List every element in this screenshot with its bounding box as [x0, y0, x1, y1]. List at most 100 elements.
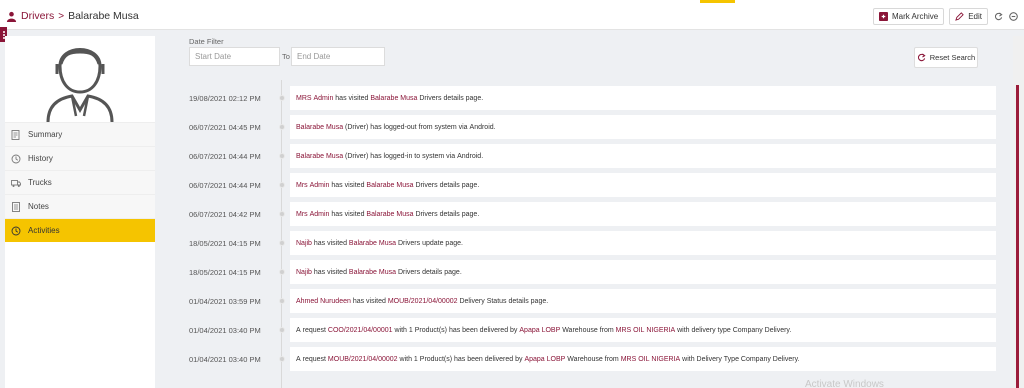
- clock-icon: [11, 226, 21, 235]
- breadcrumb-drivers[interactable]: Drivers: [21, 10, 54, 22]
- activity-text: A request MOUB/2021/04/00002 with 1 Prod…: [290, 347, 996, 371]
- activity-text-part: has visited: [333, 94, 371, 102]
- activity-link[interactable]: MRS OIL NIGERIA: [616, 327, 676, 334]
- activity-link[interactable]: Ahmed Nurudeen: [296, 298, 351, 305]
- sidebar-item-notes[interactable]: Notes: [5, 194, 155, 218]
- start-date-input[interactable]: Start Date: [189, 47, 280, 66]
- activity-text: MRS Admin has visited Balarabe Musa Driv…: [290, 86, 996, 110]
- activity-text: Najib has visited Balarabe Musa Drivers …: [290, 231, 996, 255]
- timeline-dot: [279, 327, 285, 333]
- activity-link[interactable]: Mrs Admin: [296, 182, 329, 189]
- activity-text: A request COO/2021/04/00001 with 1 Produ…: [290, 318, 996, 342]
- activity-text-part: has visited: [329, 181, 367, 189]
- activity-timeline: 19/08/2021 02:12 PM MRS Admin has visited…: [181, 80, 996, 388]
- driver-avatar-icon: [46, 48, 114, 122]
- activity-link[interactable]: Balarabe Musa: [349, 240, 396, 247]
- activate-windows-watermark: Activate Windows: [805, 379, 884, 388]
- back-icon[interactable]: [1008, 12, 1018, 22]
- activity-text-part: Drivers update page.: [396, 239, 463, 247]
- reset-search-button[interactable]: Reset Search: [914, 47, 978, 68]
- to-label: To: [282, 52, 290, 61]
- sidebar-item-summary[interactable]: Summary: [5, 122, 155, 146]
- activity-text-part: A request: [296, 326, 328, 334]
- timeline-dot: [279, 182, 285, 188]
- activity-link[interactable]: MRS OIL NIGERIA: [621, 356, 681, 363]
- activity-timestamp: 06/07/2021 04:44 PM: [189, 152, 261, 161]
- history-icon: [11, 154, 21, 163]
- activity-link[interactable]: MOUB/2021/04/00002: [388, 298, 458, 305]
- truck-icon: [11, 179, 21, 187]
- refresh-icon[interactable]: [993, 12, 1003, 22]
- activity-link[interactable]: Mrs Admin: [296, 211, 329, 218]
- sidebar-menu: Summary History Trucks Notes Activities: [5, 122, 155, 242]
- sidebar-item-history[interactable]: History: [5, 146, 155, 170]
- person-icon: [6, 11, 17, 22]
- activity-text: Mrs Admin has visited Balarabe Musa Driv…: [290, 202, 996, 226]
- activity-text-part: Delivery Status details page.: [457, 297, 549, 305]
- activity-text-part: with 1 Product(s) has been delivered by: [397, 355, 525, 363]
- activity-text: Balarabe Musa (Driver) has logged-in to …: [290, 144, 996, 168]
- activity-link[interactable]: Balarabe Musa: [296, 153, 343, 160]
- breadcrumb-separator: >: [58, 10, 65, 22]
- mark-archive-button[interactable]: Mark Archive: [872, 8, 945, 25]
- edit-label: Edit: [968, 12, 982, 21]
- activity-link[interactable]: Apapa LOBP: [524, 356, 565, 363]
- activity-row: 01/04/2021 03:40 PM A request MOUB/2021/0…: [181, 344, 996, 373]
- date-filter-label: Date Filter: [189, 37, 224, 46]
- activity-text: Balarabe Musa (Driver) has logged-out fr…: [290, 115, 996, 139]
- activity-text-part: has visited: [311, 268, 349, 276]
- sidebar-item-label: Notes: [28, 202, 49, 211]
- activity-link[interactable]: Apapa LOBP: [519, 327, 560, 334]
- activity-text: Najib has visited Balarabe Musa Drivers …: [290, 260, 996, 284]
- end-date-input[interactable]: End Date: [291, 47, 385, 66]
- archive-icon: [878, 12, 888, 21]
- activity-link[interactable]: Balarabe Musa: [296, 124, 343, 131]
- activity-row: 18/05/2021 04:15 PM Najib has visited Bal…: [181, 228, 996, 257]
- sidebar-item-label: Activities: [28, 226, 60, 235]
- avatar: [5, 36, 155, 122]
- sidebar-item-label: History: [28, 154, 53, 163]
- timeline-dot: [279, 240, 285, 246]
- mark-archive-label: Mark Archive: [891, 12, 939, 21]
- sidebar-item-trucks[interactable]: Trucks: [5, 170, 155, 194]
- activity-row: 19/08/2021 02:12 PM MRS Admin has visited…: [181, 83, 996, 112]
- activity-row: 06/07/2021 04:42 PM Mrs Admin has visited…: [181, 199, 996, 228]
- edit-button[interactable]: Edit: [949, 8, 988, 25]
- pencil-icon: [955, 12, 964, 21]
- activity-link[interactable]: Balarabe Musa: [349, 269, 396, 276]
- activity-text-part: Warehouse from: [560, 326, 616, 334]
- activity-link[interactable]: MOUB/2021/04/00002: [328, 356, 398, 363]
- summary-icon: [11, 129, 20, 140]
- activity-link[interactable]: Balarabe Musa: [370, 95, 417, 102]
- activity-text: Ahmed Nurudeen has visited MOUB/2021/04/…: [290, 289, 996, 313]
- activity-text: Mrs Admin has visited Balarabe Musa Driv…: [290, 173, 996, 197]
- sidebar-item-label: Summary: [28, 130, 63, 139]
- timeline-dot: [279, 269, 285, 275]
- reset-search-label: Reset Search: [929, 53, 976, 62]
- timeline-dot: [279, 124, 285, 130]
- activity-link[interactable]: Najib: [296, 240, 312, 247]
- activity-link[interactable]: COO/2021/04/00001: [328, 327, 393, 334]
- activity-text-part: (Driver) has logged-out from system via …: [343, 123, 496, 131]
- sidebar-item-label: Trucks: [28, 178, 52, 187]
- scrollbar[interactable]: [1013, 36, 1024, 388]
- activity-text-part: has visited: [350, 297, 388, 305]
- activity-text-part: Drivers details page.: [413, 210, 480, 218]
- activity-link[interactable]: Najib: [296, 269, 312, 276]
- activity-link[interactable]: MRS Admin: [296, 95, 333, 102]
- activity-text-part: has visited: [311, 239, 349, 247]
- reset-icon: [917, 53, 926, 62]
- activity-timestamp: 06/07/2021 04:44 PM: [189, 181, 261, 190]
- activity-text-part: A request: [296, 355, 328, 363]
- scrollbar-thumb[interactable]: [1016, 85, 1019, 388]
- sidebar-item-activities[interactable]: Activities: [5, 218, 155, 242]
- activity-row: 01/04/2021 03:59 PM Ahmed Nurudeen has vi…: [181, 286, 996, 315]
- breadcrumb-current: Balarabe Musa: [68, 10, 139, 22]
- page-header: Drivers > Balarabe Musa Mark Archive Edi…: [0, 3, 1024, 30]
- profile-sidebar: Summary History Trucks Notes Activities: [5, 36, 155, 388]
- timeline-dot: [279, 211, 285, 217]
- activity-link[interactable]: Balarabe Musa: [366, 211, 413, 218]
- notes-icon: [12, 201, 20, 212]
- activity-timestamp: 01/04/2021 03:40 PM: [189, 355, 261, 364]
- activity-link[interactable]: Balarabe Musa: [366, 182, 413, 189]
